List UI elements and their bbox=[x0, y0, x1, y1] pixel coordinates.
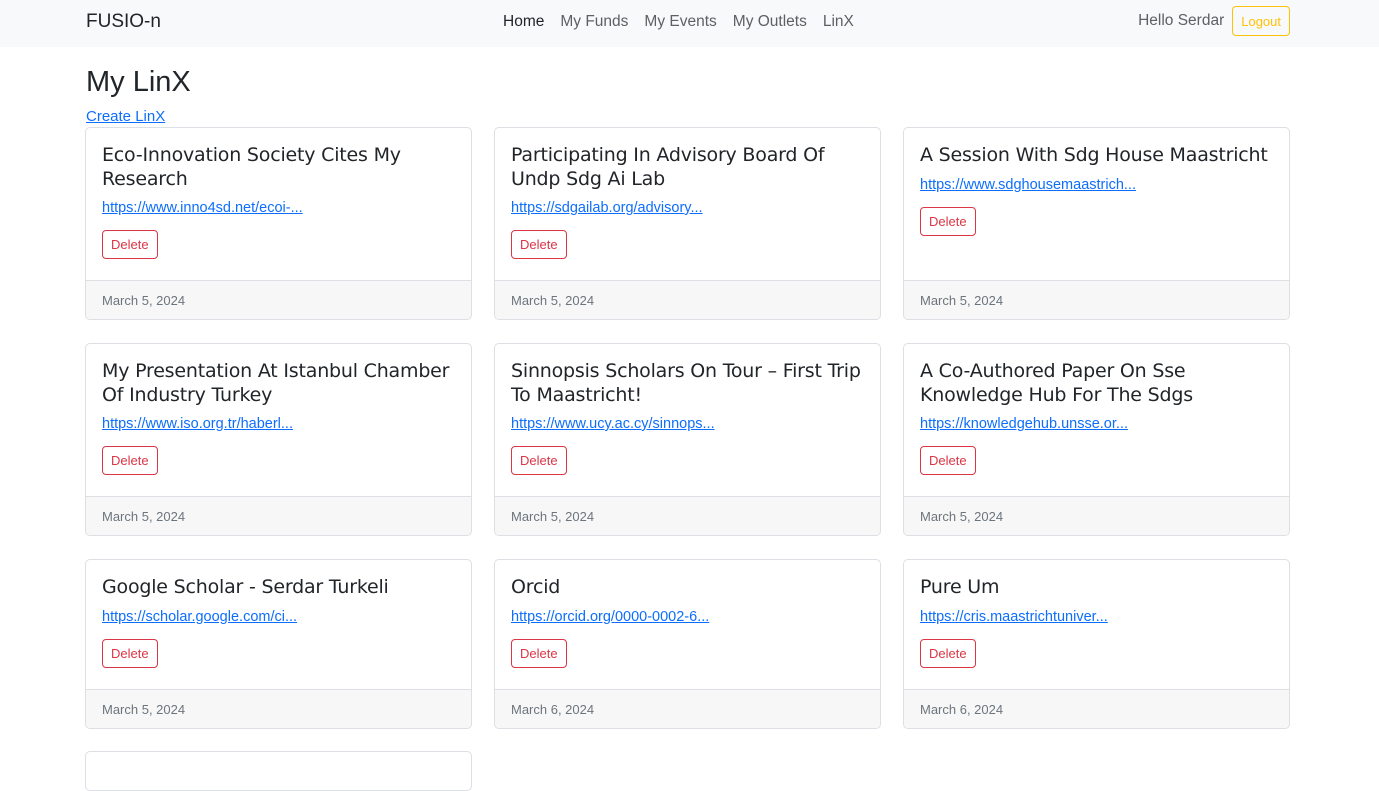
delete-button[interactable]: Delete bbox=[102, 446, 158, 475]
card-footer-date: March 5, 2024 bbox=[86, 280, 471, 319]
card-url-link[interactable]: https://scholar.google.com/ci... bbox=[102, 607, 455, 627]
card-title: Pure Um bbox=[920, 576, 1000, 598]
card-url-link[interactable]: https://sdgailab.org/advisory... bbox=[511, 198, 864, 218]
delete-button[interactable]: Delete bbox=[920, 638, 976, 668]
linx-card-partial bbox=[85, 751, 472, 791]
linx-card: Orcid https://orcid.org/0000-0002-6... D… bbox=[494, 559, 881, 729]
delete-button[interactable]: Delete bbox=[102, 638, 158, 668]
card-body: Eco-Innovation Society Cites My Research… bbox=[86, 128, 471, 280]
card-footer-date: March 5, 2024 bbox=[495, 280, 880, 319]
navbar: FUSIO-n Home My Funds My Events My Outle… bbox=[0, 0, 1379, 47]
user-greeting: Hello Serdar bbox=[1138, 12, 1225, 29]
card-footer-date: March 5, 2024 bbox=[904, 496, 1289, 535]
nav-link-my-funds[interactable]: My Funds bbox=[560, 12, 628, 32]
card-url-link[interactable]: https://orcid.org/0000-0002-6... bbox=[511, 607, 864, 627]
linx-card: Participating In Advisory Board Of Undp … bbox=[494, 127, 881, 320]
card-footer-date: March 5, 2024 bbox=[495, 496, 880, 535]
card-title: Eco-Innovation Society Cites My Research bbox=[102, 144, 401, 190]
card-title: Google Scholar - Serdar Turkeli bbox=[102, 576, 389, 598]
delete-button[interactable]: Delete bbox=[102, 230, 158, 259]
card-url-link[interactable]: https://knowledgehub.unsse.or... bbox=[920, 414, 1273, 434]
linx-card: Google Scholar - Serdar Turkeli https://… bbox=[85, 559, 472, 729]
card-url-link[interactable]: https://www.sdghousemaastrich... bbox=[920, 175, 1273, 195]
card-body: My Presentation At Istanbul Chamber Of I… bbox=[86, 344, 471, 496]
card-footer-date: March 5, 2024 bbox=[904, 280, 1289, 319]
nav-link-linx[interactable]: LinX bbox=[823, 12, 854, 32]
card-body: Google Scholar - Serdar Turkeli https://… bbox=[86, 560, 471, 689]
logout-button[interactable]: Logout bbox=[1232, 6, 1290, 36]
page-title: My LinX bbox=[86, 66, 191, 98]
linx-card: A Co-Authored Paper On Sse Knowledge Hub… bbox=[903, 343, 1290, 536]
card-footer-date: March 5, 2024 bbox=[86, 689, 471, 728]
card-body: Orcid https://orcid.org/0000-0002-6... D… bbox=[495, 560, 880, 689]
card-footer-date: March 6, 2024 bbox=[904, 689, 1289, 728]
linx-card: A Session With Sdg House Maastricht http… bbox=[903, 127, 1290, 320]
delete-button[interactable]: Delete bbox=[920, 206, 976, 236]
linx-card: Eco-Innovation Society Cites My Research… bbox=[85, 127, 472, 320]
card-footer-date: March 6, 2024 bbox=[495, 689, 880, 728]
card-url-link[interactable]: https://www.ucy.ac.cy/sinnops... bbox=[511, 414, 864, 434]
card-title: Participating In Advisory Board Of Undp … bbox=[511, 144, 825, 190]
card-url-link[interactable]: https://cris.maastrichtuniver... bbox=[920, 607, 1273, 627]
card-body: A Session With Sdg House Maastricht http… bbox=[904, 128, 1289, 280]
delete-button[interactable]: Delete bbox=[511, 446, 567, 475]
linx-card: Pure Um https://cris.maastrichtuniver...… bbox=[903, 559, 1290, 729]
nav-link-home[interactable]: Home bbox=[503, 12, 544, 32]
linx-card: My Presentation At Istanbul Chamber Of I… bbox=[85, 343, 472, 536]
card-url-link[interactable]: https://www.iso.org.tr/haberl... bbox=[102, 414, 455, 434]
card-title: Sinnopsis Scholars On Tour – First Trip … bbox=[511, 360, 861, 406]
delete-button[interactable]: Delete bbox=[920, 446, 976, 475]
create-linx-link[interactable]: Create LinX bbox=[86, 107, 165, 127]
linx-card-grid: Eco-Innovation Society Cites My Research… bbox=[85, 127, 1290, 729]
card-body: Sinnopsis Scholars On Tour – First Trip … bbox=[495, 344, 880, 496]
card-title: A Session With Sdg House Maastricht bbox=[920, 144, 1268, 166]
user-area: Hello Serdar Logout bbox=[1138, 6, 1290, 36]
delete-button[interactable]: Delete bbox=[511, 638, 567, 668]
card-url-link[interactable]: https://www.inno4sd.net/ecoi-... bbox=[102, 198, 455, 218]
card-footer-date: March 5, 2024 bbox=[86, 496, 471, 535]
card-title: A Co-Authored Paper On Sse Knowledge Hub… bbox=[920, 360, 1193, 406]
nav-link-my-outlets[interactable]: My Outlets bbox=[733, 12, 807, 32]
card-body: Participating In Advisory Board Of Undp … bbox=[495, 128, 880, 280]
card-title: My Presentation At Istanbul Chamber Of I… bbox=[102, 360, 450, 406]
nav-links: Home My Funds My Events My Outlets LinX bbox=[503, 12, 854, 32]
card-body: A Co-Authored Paper On Sse Knowledge Hub… bbox=[904, 344, 1289, 496]
card-title: Orcid bbox=[511, 576, 561, 598]
nav-link-my-events[interactable]: My Events bbox=[644, 12, 716, 32]
brand-logo[interactable]: FUSIO-n bbox=[86, 10, 161, 34]
delete-button[interactable]: Delete bbox=[511, 230, 567, 259]
linx-card: Sinnopsis Scholars On Tour – First Trip … bbox=[494, 343, 881, 536]
card-body: Pure Um https://cris.maastrichtuniver...… bbox=[904, 560, 1289, 689]
